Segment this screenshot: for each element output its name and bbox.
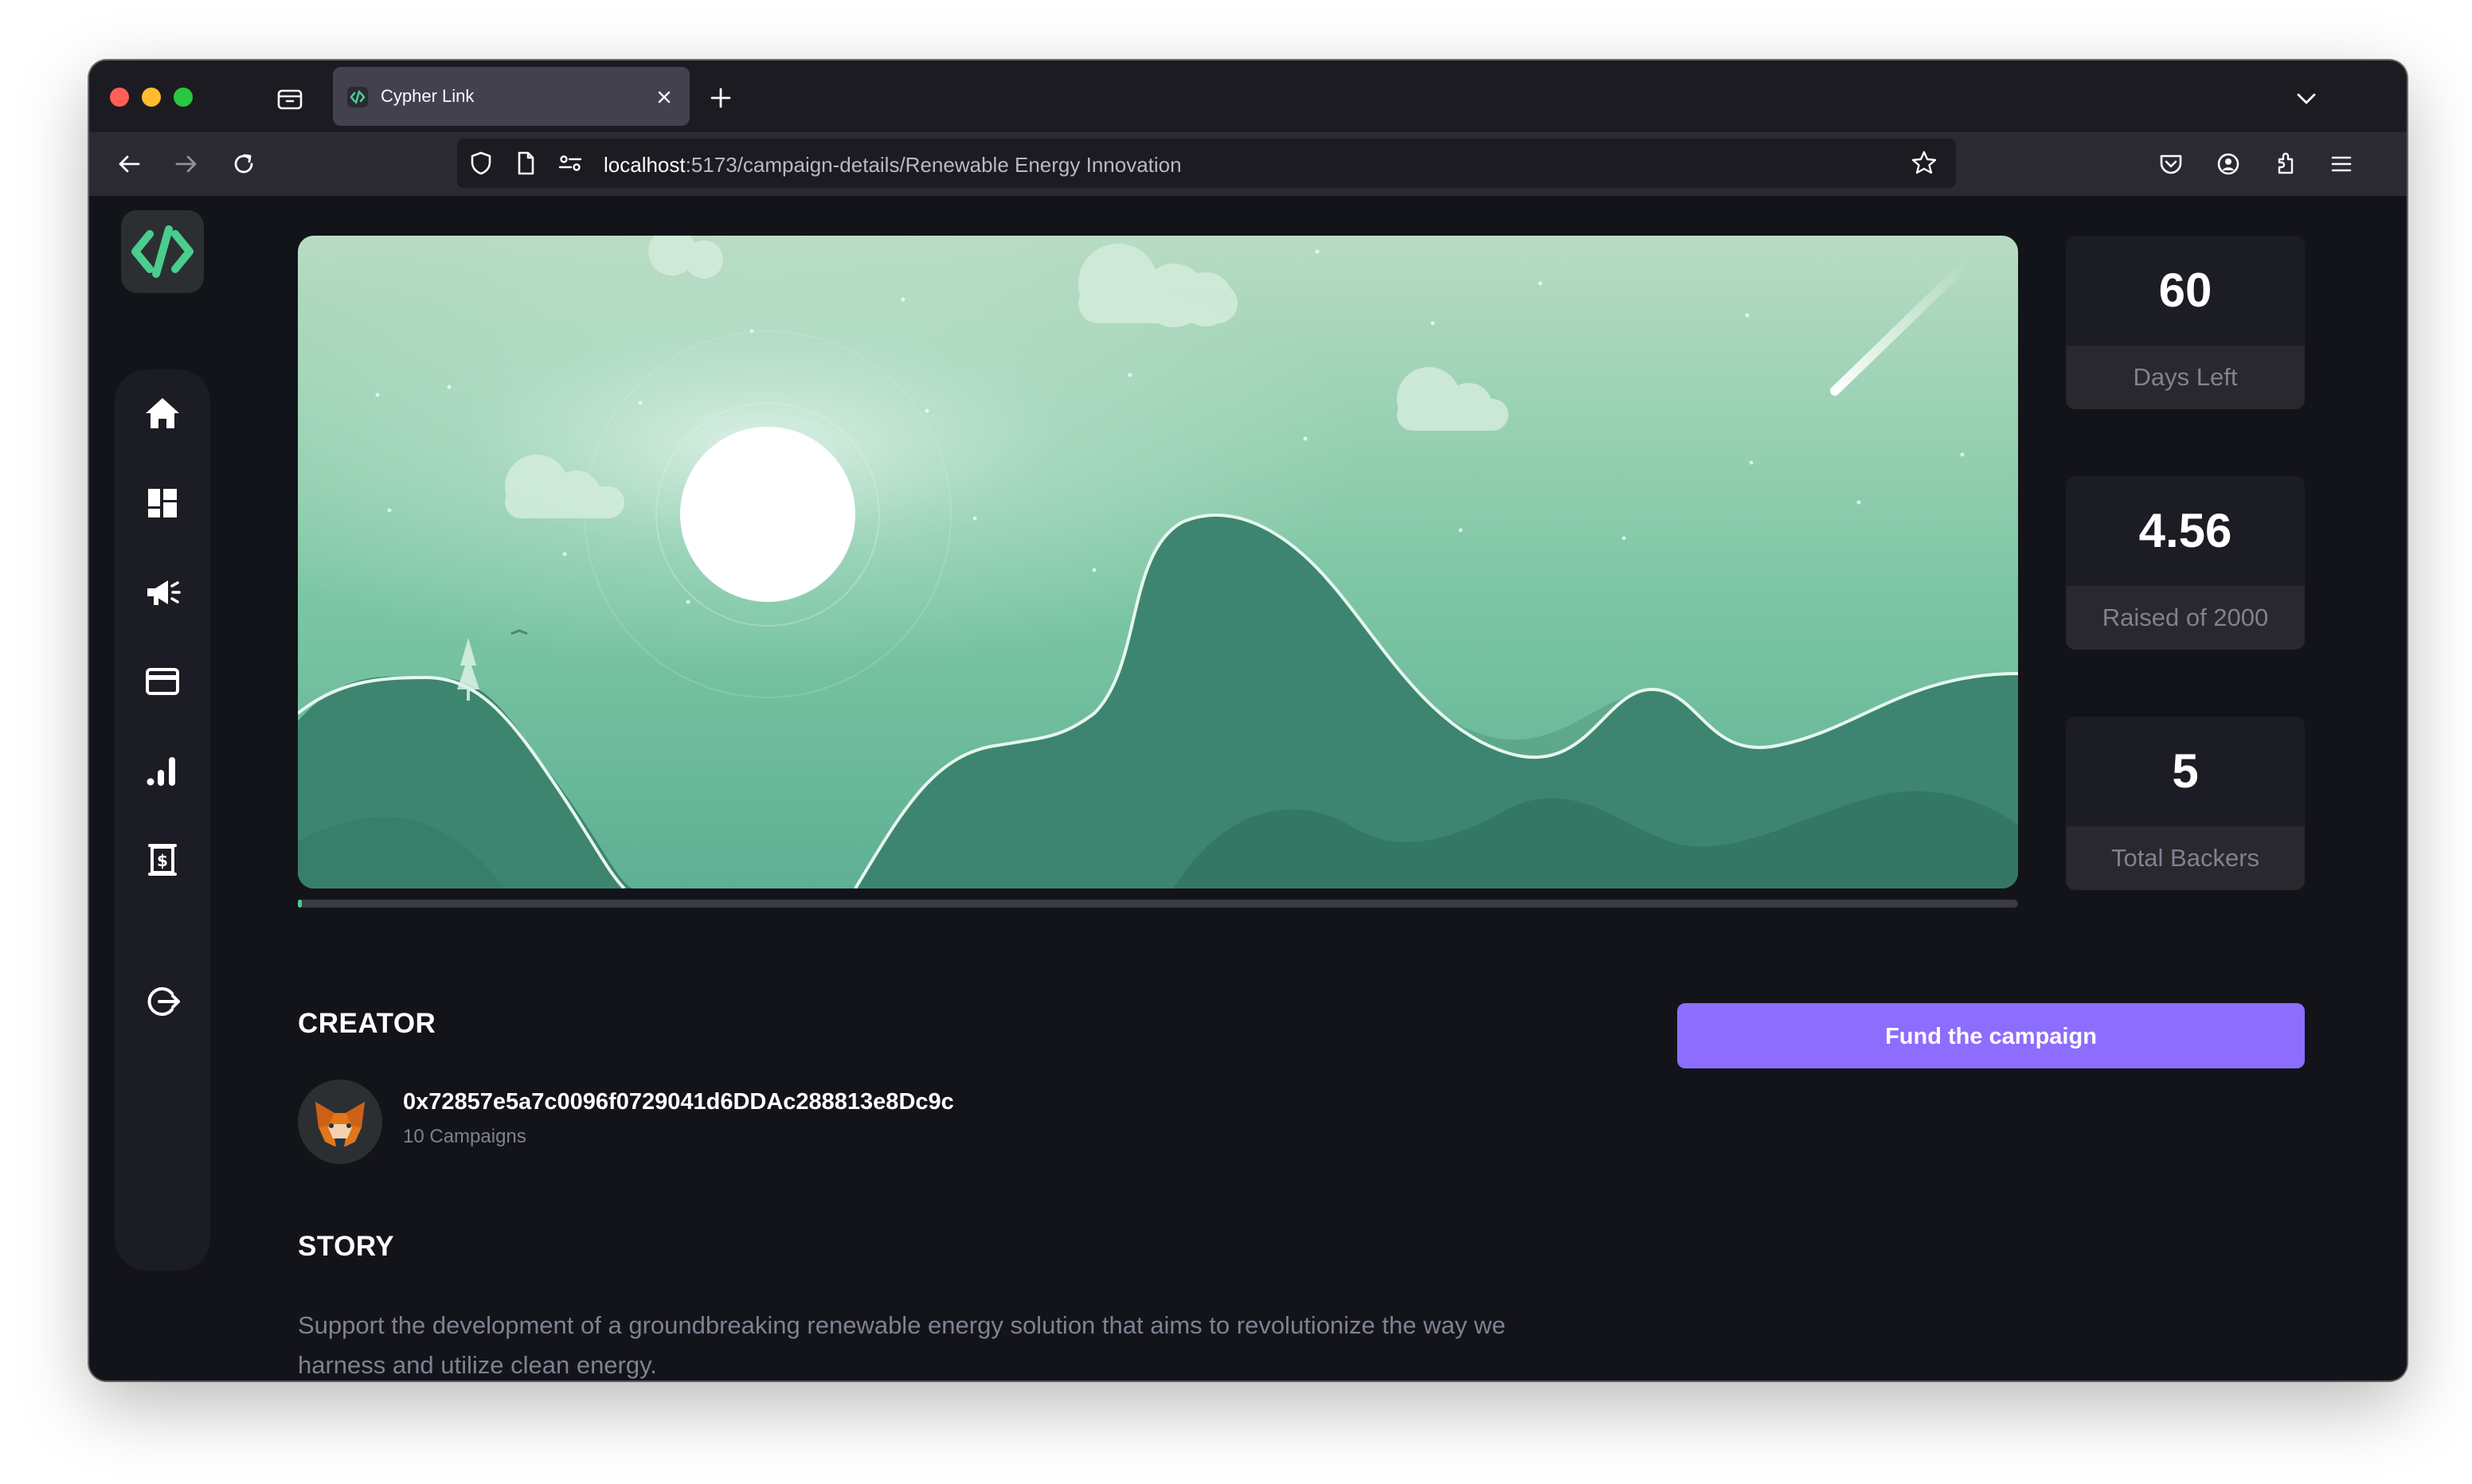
permissions-icon[interactable] — [554, 147, 586, 179]
home-icon[interactable] — [139, 390, 186, 438]
backers-label: Total Backers — [2066, 826, 2305, 890]
creator-campaigns-count: 10 Campaigns — [403, 1126, 526, 1147]
story-heading: STORY — [298, 1231, 395, 1262]
tab-close-icon[interactable] — [653, 86, 675, 108]
url-host: localhost — [604, 153, 686, 177]
pocket-icon[interactable] — [2155, 148, 2187, 180]
funding-progress-fill — [298, 900, 302, 908]
stat-raised: 4.56 Raised of 2000 — [2066, 476, 2305, 650]
tracking-shield-icon[interactable] — [465, 147, 497, 179]
creator-avatar — [298, 1080, 382, 1164]
new-tab-icon[interactable] — [706, 83, 736, 113]
logo-icon — [131, 225, 194, 278]
days-left-value: 60 — [2158, 264, 2212, 317]
dashboard-icon[interactable] — [139, 479, 186, 527]
nav-toolbar: localhost:5173/campaign-details/Renewabl… — [89, 132, 2407, 196]
creator-heading: CREATOR — [298, 1008, 436, 1039]
firefox-view-icon[interactable] — [274, 83, 306, 115]
page-info-icon[interactable] — [510, 147, 542, 179]
reload-icon[interactable] — [228, 148, 260, 180]
raised-value: 4.56 — [2138, 504, 2232, 557]
account-icon[interactable] — [2212, 148, 2244, 180]
browser-window: Cypher Link localhost:5173/campaign-deta… — [89, 61, 2407, 1381]
svg-text:$: $ — [157, 851, 168, 870]
story-text: Support the development of a groundbreak… — [298, 1311, 1506, 1379]
list-all-tabs-icon[interactable] — [2290, 83, 2322, 115]
browser-tab[interactable]: Cypher Link — [333, 67, 690, 126]
campaign-image — [298, 236, 2018, 888]
sidebar: $ — [115, 369, 210, 1271]
tab-favicon-icon — [347, 87, 368, 107]
url-text[interactable]: localhost:5173/campaign-details/Renewabl… — [604, 153, 1182, 178]
fund-campaign-button[interactable]: Fund the campaign — [1677, 1003, 2305, 1068]
withdraw-icon[interactable]: $ — [139, 836, 186, 884]
payment-icon[interactable] — [139, 658, 186, 705]
zoom-window-button[interactable] — [174, 88, 193, 107]
days-left-label: Days Left — [2066, 346, 2305, 409]
minimize-window-button[interactable] — [142, 88, 161, 107]
url-path: :5173/campaign-details/Renewable Energy … — [685, 153, 1182, 177]
bookmark-star-icon[interactable] — [1908, 147, 1940, 179]
raised-label: Raised of 2000 — [2066, 586, 2305, 650]
back-icon[interactable] — [113, 148, 145, 180]
menu-icon[interactable] — [2325, 148, 2357, 180]
funding-progress-bar — [298, 900, 2018, 908]
stat-days-left: 60 Days Left — [2066, 236, 2305, 409]
campaign-icon[interactable] — [139, 568, 186, 616]
analytics-icon[interactable] — [139, 747, 186, 795]
backers-value: 5 — [2172, 744, 2199, 798]
app-logo[interactable] — [121, 210, 204, 293]
forward-icon[interactable] — [170, 148, 202, 180]
extensions-icon[interactable] — [2270, 148, 2302, 180]
address-bar[interactable]: localhost:5173/campaign-details/Renewabl… — [457, 139, 1956, 188]
metamask-fox-icon — [315, 1102, 365, 1146]
creator-address: 0x72857e5a7c0096f0729041d6DDAc288813e8Dc… — [403, 1089, 954, 1115]
page-content: $ 60 Days Left 4.56 Raised of 2000 5 Tot… — [89, 196, 2407, 1381]
tab-title: Cypher Link — [381, 86, 475, 106]
close-window-button[interactable] — [110, 88, 129, 107]
stat-backers: 5 Total Backers — [2066, 717, 2305, 890]
logout-icon[interactable] — [139, 978, 186, 1025]
tab-strip: Cypher Link — [89, 61, 2407, 132]
